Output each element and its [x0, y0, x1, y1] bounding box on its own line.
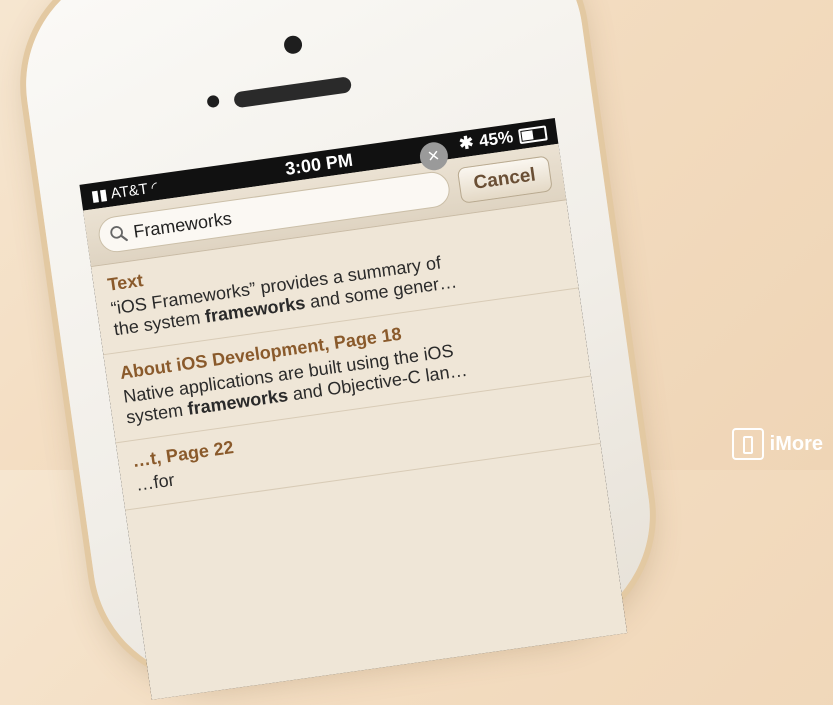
signal-icon: ▮▮ [90, 186, 109, 206]
battery-percent: 45% [477, 127, 515, 151]
battery-icon [517, 124, 548, 144]
earpiece-speaker [233, 76, 353, 109]
iphone: ▮▮ AT&T ◜ 3:00 PM ✱ 45% Frameworks × Can… [10, 0, 666, 700]
cancel-button[interactable]: Cancel [456, 155, 553, 204]
imore-text: iMore [769, 432, 823, 455]
search-screen: Frameworks × Cancel Text “iOS Frameworks… [83, 140, 628, 700]
proximity-sensor [206, 94, 220, 109]
bluetooth-icon: ✱ [457, 132, 475, 154]
front-camera [282, 34, 304, 55]
search-icon [110, 226, 128, 242]
wifi-icon: ◜ [150, 179, 159, 197]
phone-screen: ▮▮ AT&T ◜ 3:00 PM ✱ 45% Frameworks × Can… [79, 118, 628, 700]
imore-logo-icon [731, 428, 764, 460]
imore-watermark: iMore [731, 428, 823, 460]
carrier: ▮▮ AT&T ◜ [90, 179, 159, 206]
search-input[interactable]: Frameworks [132, 208, 233, 243]
